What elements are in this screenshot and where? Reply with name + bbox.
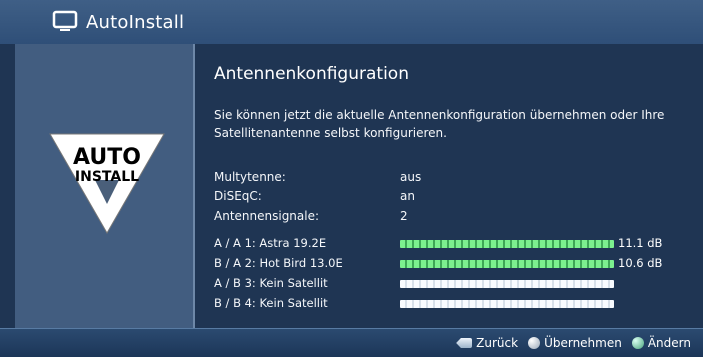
back-icon xyxy=(456,338,473,348)
signal-bar-fill xyxy=(400,260,614,268)
autoinstall-screen: AutoInstall AUTO INSTALL Antennenkonfigu… xyxy=(0,0,703,357)
setting-value: aus xyxy=(400,170,422,184)
title-bar: AutoInstall xyxy=(0,0,703,45)
main-panel: AUTO INSTALL Antennenkonfiguration Sie k… xyxy=(0,44,703,328)
signal-db: 10.6 dB xyxy=(618,256,663,270)
ok-icon xyxy=(528,337,541,349)
signal-bar xyxy=(400,240,614,248)
logo-text-auto: AUTO xyxy=(73,145,141,170)
footer-actions: Zurück Übernehmen Ändern xyxy=(456,329,691,357)
change-label: Ändern xyxy=(647,336,691,350)
back-action[interactable]: Zurück xyxy=(456,336,518,350)
content-panel: Antennenkonfiguration Sie können jetzt d… xyxy=(196,44,703,328)
satellite-label: A / A 1: Astra 19.2E xyxy=(214,236,327,250)
signal-bar xyxy=(400,260,614,268)
setting-value: an xyxy=(400,189,415,203)
setting-row-antennensignale: Antennensignale: 2 xyxy=(214,209,474,227)
satellite-label: B / A 2: Hot Bird 13.0E xyxy=(214,256,343,270)
signal-bar xyxy=(400,280,614,288)
title-wrap: AutoInstall xyxy=(52,0,184,44)
accept-label: Übernehmen xyxy=(544,336,622,350)
satellite-row-4[interactable]: B / B 4: Kein Satellit xyxy=(214,296,684,314)
setting-row-diseqc: DiSEqC: an xyxy=(214,189,474,207)
satellite-row-1[interactable]: A / A 1: Astra 19.2E 11.1 dB xyxy=(214,236,684,254)
description-text: Sie können jetzt die aktuelle Antennenko… xyxy=(214,108,665,140)
signal-bar-fill xyxy=(400,240,614,248)
signal-db: 11.1 dB xyxy=(618,236,663,250)
satellite-label: B / B 4: Kein Satellit xyxy=(214,296,328,310)
accept-action[interactable]: Übernehmen xyxy=(528,336,622,350)
setting-label: DiSEqC: xyxy=(214,189,262,203)
footer-bar: Zurück Übernehmen Ändern xyxy=(0,328,703,357)
change-action[interactable]: Ändern xyxy=(631,336,691,350)
autoinstall-logo: AUTO INSTALL xyxy=(47,130,167,238)
signal-bar-empty xyxy=(400,280,614,288)
satellite-row-3[interactable]: A / B 3: Kein Satellit xyxy=(214,276,684,294)
tv-icon xyxy=(52,9,78,35)
back-label: Zurück xyxy=(476,336,519,350)
logo-text-install: INSTALL xyxy=(75,169,139,185)
setting-value: 2 xyxy=(400,209,408,223)
signal-bar-empty xyxy=(400,300,614,308)
setting-label: Antennensignale: xyxy=(214,209,320,223)
sidebar-panel: AUTO INSTALL xyxy=(15,44,195,328)
signal-bar xyxy=(400,300,614,308)
window-title: AutoInstall xyxy=(86,11,185,33)
green-button-icon xyxy=(631,337,644,349)
satellite-row-2[interactable]: B / A 2: Hot Bird 13.0E 10.6 dB xyxy=(214,256,684,274)
section-heading: Antennenkonfiguration xyxy=(214,64,409,84)
satellite-label: A / B 3: Kein Satellit xyxy=(214,276,328,290)
setting-row-multytenne: Multytenne: aus xyxy=(214,170,474,188)
setting-label: Multytenne: xyxy=(214,170,286,184)
